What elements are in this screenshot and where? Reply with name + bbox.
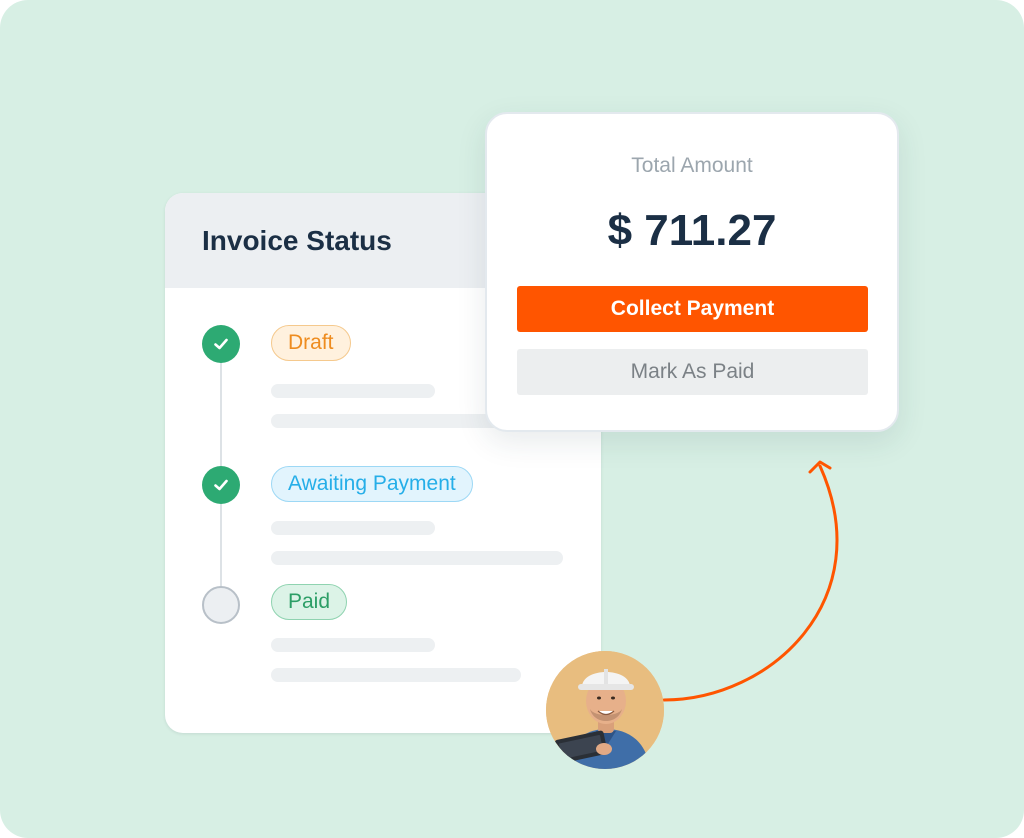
worker-illustration [546, 651, 664, 769]
worker-avatar [546, 651, 664, 769]
curved-arrow-icon [662, 460, 839, 702]
